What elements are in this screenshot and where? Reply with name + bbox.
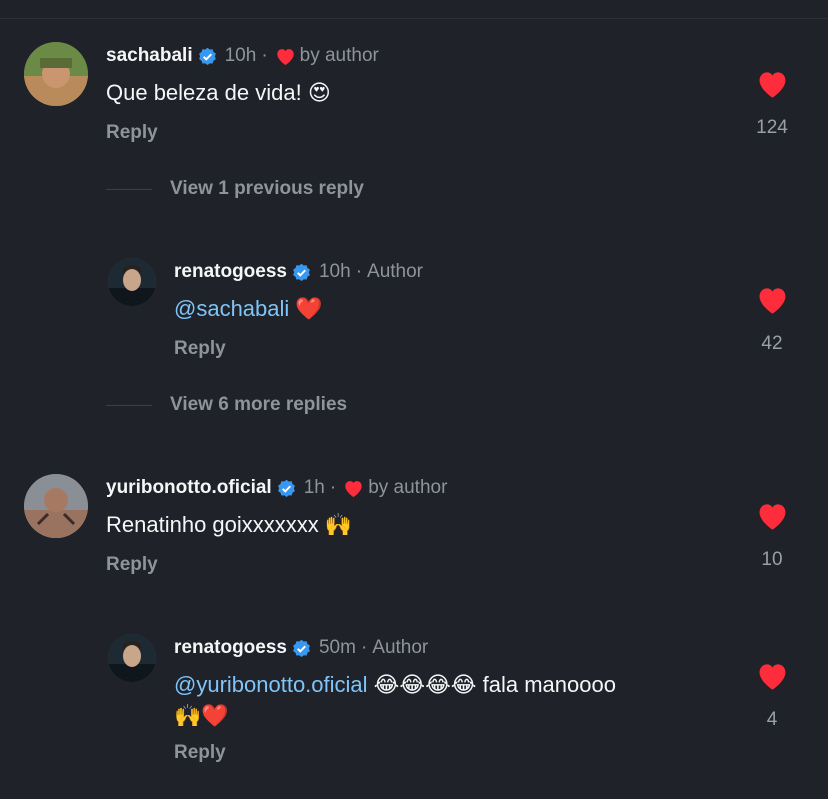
reply-button[interactable]: Reply <box>106 122 158 144</box>
avatar-sachabali[interactable] <box>24 42 88 106</box>
liked-by-author-label: by author <box>368 477 448 498</box>
avatar-yuribonotto[interactable] <box>24 474 88 538</box>
like-section: 10 <box>742 501 802 571</box>
mention-link[interactable]: @yuribonotto.oficial <box>174 672 368 697</box>
timestamp: 10h <box>318 261 351 282</box>
avatar-renatogoess[interactable] <box>108 258 156 306</box>
divider-line <box>106 404 152 406</box>
verified-badge-icon <box>198 47 216 65</box>
like-count: 124 <box>756 117 788 138</box>
comment-text: Renatinho goixxxxxxx 🙌 <box>106 512 353 538</box>
avatar-renatogoess[interactable] <box>108 634 156 682</box>
comment-text: @yuribonotto.oficial 😂😂😂😂 fala manoooo 🙌… <box>174 672 616 729</box>
like-count: 42 <box>761 333 783 354</box>
author-label: Author <box>372 637 429 658</box>
verified-badge-icon <box>293 263 310 281</box>
timestamp: 10h <box>224 45 257 66</box>
heart-icon <box>345 480 362 497</box>
comment-header: yuribonotto.oficial 1h · by author <box>106 477 448 499</box>
divider-line <box>106 188 152 190</box>
heart-icon[interactable] <box>756 69 789 99</box>
like-count: 10 <box>761 549 783 570</box>
liked-by-author-label: by author <box>299 45 379 66</box>
view-more-replies-button[interactable]: View 6 more replies <box>106 394 347 416</box>
mention-link[interactable]: @sachabali <box>174 296 289 321</box>
heart-icon[interactable] <box>756 285 789 315</box>
reply-button[interactable]: Reply <box>174 338 226 360</box>
like-section: 124 <box>742 69 802 139</box>
comment-text: @sachabali ❤️ <box>174 296 323 322</box>
username[interactable]: yuribonotto.oficial <box>106 477 272 499</box>
comment-header: renatogoess 10h · Author <box>174 261 423 283</box>
comment-text: Que beleza de vida! 😍 <box>106 80 331 106</box>
heart-icon[interactable] <box>756 501 789 531</box>
username[interactable]: renatogoess <box>174 261 287 283</box>
like-section: 42 <box>742 285 802 355</box>
timestamp: 50m <box>318 637 356 658</box>
top-divider <box>0 18 828 19</box>
like-count: 4 <box>766 709 778 730</box>
verified-badge-icon <box>277 479 295 497</box>
view-previous-replies-button[interactable]: View 1 previous reply <box>106 178 364 200</box>
timestamp: 1h <box>303 477 325 498</box>
author-label: Author <box>367 261 423 282</box>
comment-header: sachabali 10h · by author <box>106 45 379 67</box>
reply-button[interactable]: Reply <box>106 554 158 576</box>
username[interactable]: renatogoess <box>174 637 287 659</box>
reply-button[interactable]: Reply <box>174 742 226 764</box>
comment-header: renatogoess 50m · Author <box>174 637 429 659</box>
heart-icon <box>276 48 294 65</box>
username[interactable]: sachabali <box>106 45 193 67</box>
verified-badge-icon <box>293 639 310 657</box>
heart-icon[interactable] <box>756 661 789 691</box>
like-section: 4 <box>742 661 802 731</box>
